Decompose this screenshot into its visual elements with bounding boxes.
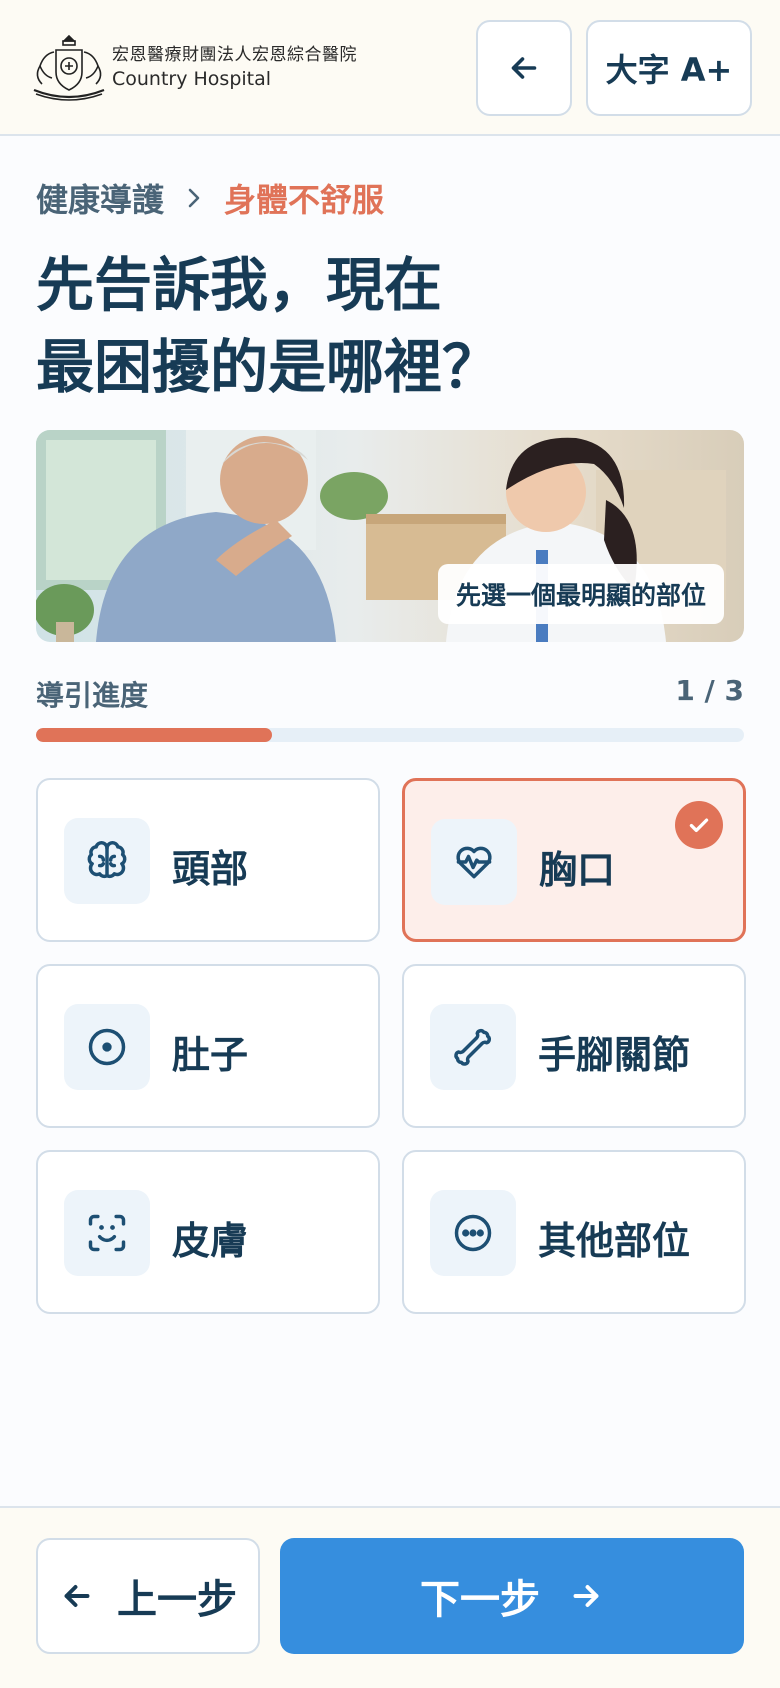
circle-dot-icon [64, 1004, 150, 1090]
breadcrumb-parent[interactable]: 健康導護 [36, 175, 164, 221]
bottom-nav: 上一步 下一步 [0, 1506, 780, 1688]
hospital-crest-icon [28, 30, 110, 102]
prev-step-label: 上一步 [117, 1577, 237, 1623]
arrow-left-icon [511, 57, 537, 79]
next-step-label: 下一步 [420, 1577, 540, 1623]
option-other[interactable]: 其他部位 [402, 1150, 746, 1314]
font-size-label: 大字 A+ [605, 51, 733, 89]
ellipsis-circle-icon [430, 1190, 516, 1276]
bone-icon [430, 1004, 516, 1090]
progress-label: 導引進度 [36, 679, 149, 712]
check-icon [675, 801, 723, 849]
next-step-button[interactable]: 下一步 [280, 1538, 744, 1654]
hospital-name: 宏恩醫療財團法人宏恩綜合醫院 Country Hospital [112, 44, 357, 92]
option-label: 胸口 [539, 848, 616, 892]
option-label: 肚子 [172, 1033, 249, 1077]
arrow-right-icon [573, 1585, 599, 1607]
prev-step-button[interactable]: 上一步 [36, 1538, 260, 1654]
progress-fill [36, 728, 272, 742]
option-label: 其他部位 [538, 1219, 691, 1263]
page-title-line-2: 最困擾的是哪裡？ [36, 333, 501, 401]
option-chest[interactable]: 胸口 [402, 778, 746, 942]
face-scan-icon [64, 1190, 150, 1276]
arrow-left-icon [64, 1585, 90, 1607]
option-skin[interactable]: 皮膚 [36, 1150, 380, 1314]
hospital-name-cn: 宏恩醫療財團法人宏恩綜合醫院 [112, 45, 357, 65]
progress-count: 1 / 3 [675, 674, 744, 707]
heart-pulse-icon [431, 819, 517, 905]
app-header: 宏恩醫療財團法人宏恩綜合醫院 Country Hospital 大字 A+ [0, 0, 780, 136]
chevron-right-icon [184, 184, 204, 212]
option-label: 手腳關節 [538, 1033, 691, 1077]
brain-icon [64, 818, 150, 904]
option-joints[interactable]: 手腳關節 [402, 964, 746, 1128]
breadcrumb: 健康導護 身體不舒服 [36, 176, 384, 220]
hero-image: 先選一個最明顯的部位 [36, 430, 744, 642]
option-head[interactable]: 頭部 [36, 778, 380, 942]
option-belly[interactable]: 肚子 [36, 964, 380, 1128]
page-title-line-1: 先告訴我，現在 [36, 251, 443, 319]
back-button[interactable] [476, 20, 572, 116]
option-label: 皮膚 [172, 1219, 249, 1263]
font-size-button[interactable]: 大字 A+ [586, 20, 752, 116]
option-label: 頭部 [172, 847, 249, 891]
progress-bar [36, 728, 744, 742]
hero-caption: 先選一個最明顯的部位 [437, 564, 724, 624]
breadcrumb-current: 身體不舒服 [224, 181, 385, 219]
page-title: 先告訴我，現在 最困擾的是哪裡？ [36, 244, 736, 408]
hospital-name-en: Country Hospital [112, 68, 272, 90]
